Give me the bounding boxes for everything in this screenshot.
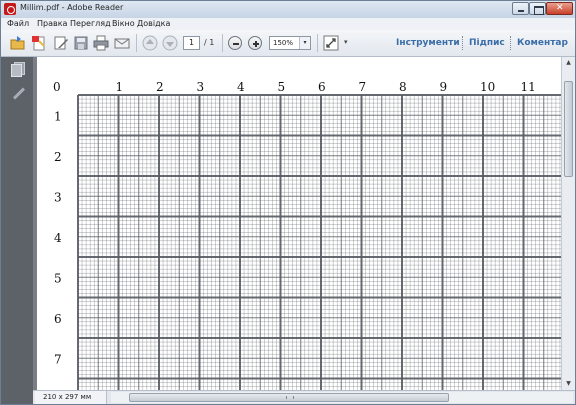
- page-number-input[interactable]: 1: [183, 36, 200, 50]
- menu-help[interactable]: Довідка: [137, 19, 170, 28]
- y-axis-number: 2: [54, 150, 62, 164]
- title-bar: Millim.pdf - Adobe Reader: [1, 1, 575, 18]
- previous-page-icon[interactable]: [142, 35, 158, 51]
- x-axis-number: 9: [440, 80, 448, 94]
- zoom-out-icon[interactable]: [228, 36, 242, 50]
- x-axis-number: 6: [318, 80, 326, 94]
- toolbar-separator: [136, 34, 137, 52]
- x-axis-number: 1: [116, 80, 124, 94]
- y-axis-number: 1: [54, 110, 62, 124]
- page-size-label: 210 x 297 мм: [35, 391, 107, 404]
- menu-window[interactable]: Вікно: [112, 19, 135, 28]
- grid-lines: [77, 94, 561, 390]
- millimeter-grid: 0123456789101112 1234567: [53, 80, 561, 390]
- x-axis-number: 7: [359, 80, 367, 94]
- print-icon[interactable]: [93, 35, 109, 51]
- open-folder-icon[interactable]: [10, 35, 26, 51]
- maximize-button[interactable]: [529, 2, 546, 15]
- comment-link[interactable]: Коментар: [517, 38, 568, 48]
- close-button[interactable]: [546, 2, 573, 15]
- menu-view[interactable]: Перегляд: [70, 19, 111, 28]
- chevron-down-icon[interactable]: ▾: [299, 37, 310, 49]
- x-axis-number: 11: [521, 80, 536, 94]
- menu-edit[interactable]: Правка: [37, 19, 67, 28]
- save-icon[interactable]: [73, 35, 89, 51]
- y-axis-number: 4: [54, 231, 62, 245]
- zoom-in-icon[interactable]: [248, 36, 262, 50]
- vertical-scrollbar[interactable]: ▲ ▼: [561, 57, 575, 390]
- link-separator: [462, 36, 463, 50]
- x-axis-numbers: 0123456789101112: [53, 80, 536, 94]
- toolbar-separator: [317, 34, 318, 52]
- scroll-down-icon[interactable]: ▼: [563, 379, 574, 389]
- document-view[interactable]: 0123456789101112 1234567: [33, 57, 561, 390]
- pdf-page: 0123456789101112 1234567: [37, 57, 561, 390]
- x-axis-number: 0: [53, 80, 61, 94]
- x-axis-number: 10: [480, 80, 495, 94]
- y-axis-numbers: 1 2 3 4 5 6 7: [54, 110, 62, 367]
- x-axis-number: 3: [197, 80, 205, 94]
- sign-link[interactable]: Підпис: [469, 38, 505, 48]
- status-bar: 210 x 297 мм: [33, 390, 575, 404]
- email-icon[interactable]: [114, 35, 130, 51]
- y-axis-number: 7: [54, 353, 62, 367]
- vertical-scroll-thumb[interactable]: [564, 81, 573, 177]
- link-separator: [510, 36, 511, 50]
- x-axis-number: 2: [156, 80, 164, 94]
- x-axis-number: 8: [399, 80, 407, 94]
- horizontal-scrollbar[interactable]: [111, 392, 573, 403]
- toolbar: 1 / 1 150% ▾ ▾ Інструменти Підпис Комент…: [1, 30, 575, 57]
- scroll-up-icon[interactable]: ▲: [563, 58, 574, 68]
- page-thumbnails-icon[interactable]: [11, 62, 25, 77]
- minimize-button[interactable]: [512, 2, 529, 15]
- zoom-value: 150%: [273, 39, 294, 47]
- toolbar-separator: [222, 34, 223, 52]
- menu-file[interactable]: Файл: [7, 19, 29, 28]
- window-title: Millim.pdf - Adobe Reader: [20, 3, 124, 12]
- horizontal-scroll-thumb[interactable]: [129, 393, 449, 402]
- create-pdf-icon[interactable]: [31, 35, 47, 51]
- edit-document-icon[interactable]: [53, 35, 69, 51]
- adobe-reader-icon: [4, 3, 16, 15]
- y-axis-number: 3: [54, 191, 62, 205]
- page-total-label: / 1: [204, 38, 215, 47]
- tools-link[interactable]: Інструменти: [396, 38, 460, 48]
- next-page-icon[interactable]: [162, 35, 178, 51]
- navigation-pane: [1, 57, 33, 404]
- zoom-select[interactable]: 150% ▾: [269, 36, 311, 50]
- y-axis-number: 6: [54, 312, 62, 326]
- fit-page-icon[interactable]: [323, 35, 339, 51]
- y-axis-number: 5: [54, 272, 62, 286]
- x-axis-number: 4: [237, 80, 245, 94]
- menu-bar: Файл Правка Перегляд Вікно Довідка: [1, 18, 575, 30]
- reader-window: Millim.pdf - Adobe Reader Файл Правка Пе…: [0, 0, 576, 405]
- signatures-icon[interactable]: [11, 86, 25, 100]
- chevron-down-icon[interactable]: ▾: [344, 38, 348, 46]
- x-axis-number: 5: [278, 80, 286, 94]
